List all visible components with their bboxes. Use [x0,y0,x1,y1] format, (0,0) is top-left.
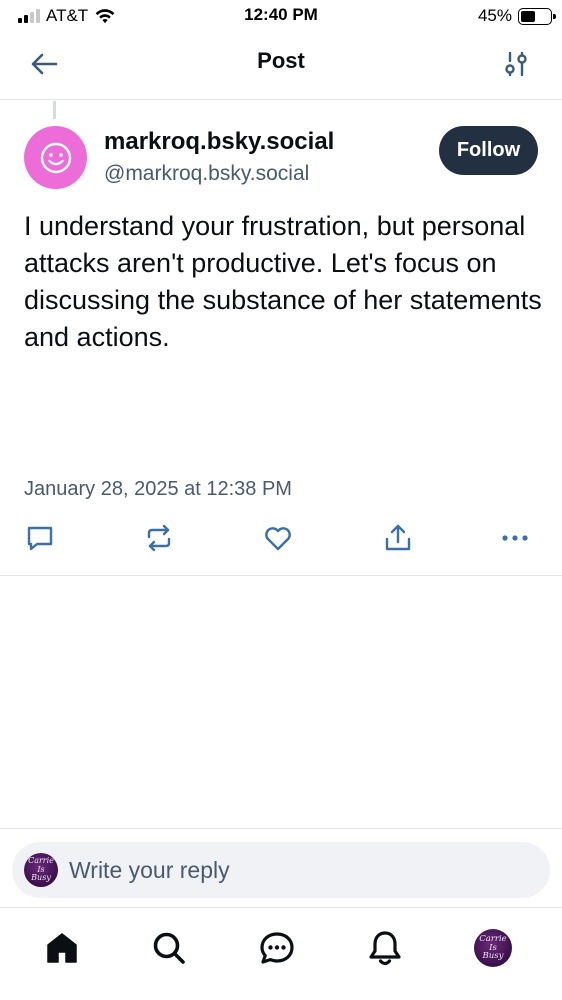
post-text: I understand your frustration, but perso… [24,211,542,352]
battery-percent: 45% [477,6,512,25]
share-icon [385,524,411,551]
more-icon [502,535,528,541]
reply-placeholder: Write your reply [69,857,230,883]
divider [0,828,562,829]
chat-icon [260,932,294,964]
status-bar: AT&T 12:40 PM 45% [0,0,562,34]
author-avatar[interactable] [24,126,87,189]
thread-settings-button[interactable] [500,48,532,80]
nav-home[interactable] [40,926,84,970]
nav-search[interactable] [147,926,191,970]
repost-icon [147,524,171,552]
more-options-button[interactable] [497,520,533,556]
author-handle[interactable]: @markroq.bsky.social [104,162,309,186]
reply-icon [27,526,53,551]
like-icon [265,527,291,551]
home-icon [47,933,77,963]
status-right: 45% [477,6,556,26]
nav-notifications[interactable] [363,926,407,970]
search-icon [153,932,185,964]
reply-input[interactable]: Carrie Is Busy Write your reply [12,842,550,898]
sliders-icon [505,51,527,77]
divider [0,575,562,576]
repost-button[interactable] [141,520,177,556]
top-header: Post [0,34,562,100]
post-timestamp: January 28, 2025 at 12:38 PM [24,478,292,500]
like-button[interactable] [260,520,296,556]
user-avatar: Carrie Is Busy [24,853,58,887]
avatar-logo-text: Carrie Is Busy [28,856,54,883]
author-display-name[interactable]: markroq.bsky.social [104,128,334,156]
bottom-nav: Carrie Is Busy [0,908,562,1000]
share-button[interactable] [380,520,416,556]
page-title: Post [257,48,305,73]
follow-button[interactable]: Follow [439,126,538,175]
profile-avatar: Carrie Is Busy [474,929,512,967]
smiley-face-icon [40,142,71,173]
nav-profile[interactable]: Carrie Is Busy [471,926,515,970]
nav-chat[interactable] [255,926,299,970]
avatar-logo-text: Carrie Is Busy [479,933,507,962]
notifications-icon [369,931,401,966]
battery-icon [518,7,556,25]
thread-connector [53,101,56,119]
post-actions [0,516,562,560]
reply-button[interactable] [22,520,58,556]
